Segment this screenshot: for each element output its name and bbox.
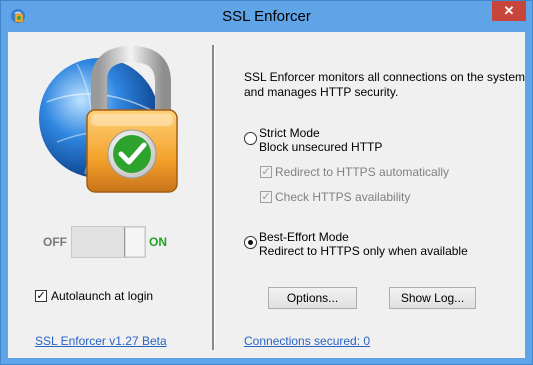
best-effort-mode-title[interactable]: Best-Effort Mode [259,230,349,244]
description-line-2: and manages HTTP security. [244,85,399,99]
check-https-label[interactable]: Check HTTPS availability [275,190,410,204]
vertical-divider [212,45,215,350]
toggle-off-label: OFF [43,235,67,249]
strict-mode-subtitle[interactable]: Block unsecured HTTP [259,140,382,154]
strict-mode-title[interactable]: Strict Mode [259,126,320,140]
autolaunch-label[interactable]: Autolaunch at login [51,289,153,303]
enable-toggle[interactable] [71,226,146,258]
version-link[interactable]: SSL Enforcer v1.27 Beta [35,334,167,348]
options-button[interactable]: Options... [268,287,357,309]
description-line-1: SSL Enforcer monitors all connections on… [244,70,526,84]
check-https-checkbox[interactable]: ✓ [260,191,272,203]
radio-selected-dot [248,240,253,245]
best-effort-mode-radio[interactable] [244,236,257,249]
redirect-https-label[interactable]: Redirect to HTTPS automatically [275,165,449,179]
close-button[interactable]: ✕ [492,1,526,21]
ssl-lock-globe-icon [39,45,178,193]
connections-secured-link[interactable]: Connections secured: 0 [244,334,370,348]
autolaunch-checkbox[interactable]: ✓ [35,290,47,302]
show-log-button[interactable]: Show Log... [389,287,476,309]
client-area: OFF ON ✓ Autolaunch at login SSL Enforce… [8,32,525,358]
redirect-https-checkbox[interactable]: ✓ [260,166,272,178]
toggle-knob[interactable] [124,227,145,257]
best-effort-mode-subtitle[interactable]: Redirect to HTTPS only when available [259,244,468,258]
window-title: SSL Enforcer [222,8,311,25]
strict-mode-radio[interactable] [244,132,257,145]
app-window: SSL Enforcer ✕ OFF ON ✓ Autolaunch at lo… [0,0,533,365]
toggle-on-label: ON [149,235,167,249]
title-bar[interactable]: SSL Enforcer ✕ [1,1,532,32]
